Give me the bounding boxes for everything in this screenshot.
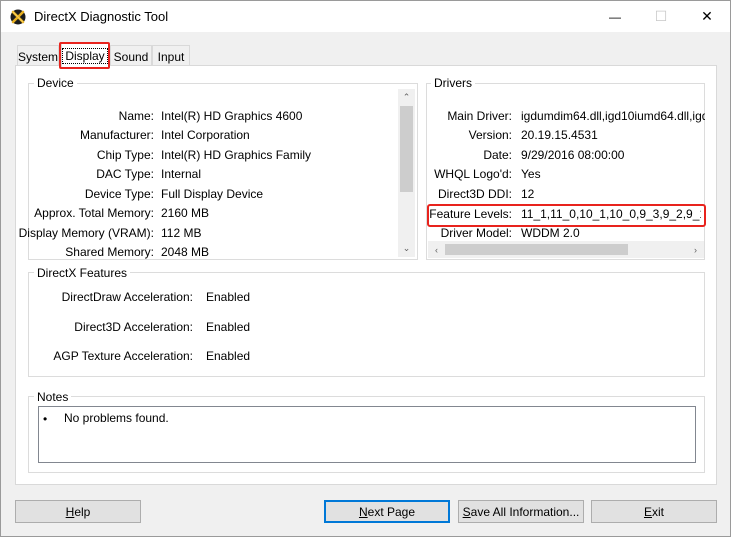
next-page-label: ext Page [367, 504, 416, 519]
driver-version-value: 20.19.15.4531 [521, 128, 598, 142]
tab-system[interactable]: System [17, 45, 59, 67]
scroll-left-icon[interactable]: ‹ [428, 241, 445, 258]
close-button[interactable]: ✕ [684, 1, 730, 32]
direct3d-label: Direct3D Acceleration: [74, 320, 193, 334]
agp-value: Enabled [206, 349, 251, 363]
device-name-value: Intel(R) HD Graphics 4600 [161, 109, 303, 123]
exit-button[interactable]: Exit [591, 500, 717, 523]
device-scrollbar[interactable]: ⌃ ⌄ [398, 89, 415, 257]
help-accel: H [65, 504, 75, 519]
device-group-title: Device [34, 76, 77, 90]
scroll-up-icon[interactable]: ⌃ [398, 89, 415, 106]
maximize-icon: ☐ [654, 8, 668, 24]
device-type-value: Full Display Device [161, 187, 264, 201]
directdraw-label: DirectDraw Acceleration: [61, 290, 193, 304]
device-vram-value: 112 MB [161, 226, 202, 240]
device-vram-label: Display Memory (VRAM): [18, 226, 154, 240]
save-all-accel: S [462, 504, 471, 519]
device-shared-memory-label: Shared Memory: [65, 245, 154, 259]
minimize-icon: — [609, 9, 621, 24]
direct3d-value: Enabled [206, 320, 251, 334]
device-dac-type-value: Internal [161, 167, 202, 181]
notes-item: No problems found. [64, 411, 169, 425]
exit-accel: E [643, 504, 652, 519]
whql-label: WHQL Logo'd: [434, 167, 512, 181]
feature-levels-value: 11_1,11_0,10_1,10_0,9_3,9_2,9_1 [521, 207, 701, 221]
driver-date-value: 9/29/2016 08:00:00 [521, 148, 625, 162]
drivers-scroll-thumb[interactable] [445, 244, 628, 255]
save-all-label: ave All Information... [470, 504, 580, 519]
notes-title: Notes [34, 390, 72, 404]
device-scroll-thumb[interactable] [400, 106, 413, 192]
d3d-ddi-value: 12 [521, 187, 535, 201]
device-total-memory-value: 2160 MB [161, 206, 210, 220]
next-page-accel: N [358, 504, 368, 519]
dxdiag-window: DirectX Diagnostic Tool — ☐ ✕ System Sou… [0, 0, 731, 537]
driver-model-value: WDDM 2.0 [521, 226, 580, 240]
help-button[interactable]: Help [15, 500, 141, 523]
minimize-button[interactable]: — [592, 1, 638, 32]
feature-levels-label: Feature Levels: [429, 207, 512, 221]
device-total-memory-label: Approx. Total Memory: [34, 206, 154, 220]
device-manufacturer-label: Manufacturer: [79, 128, 154, 142]
help-label: elp [74, 504, 91, 519]
driver-version-label: Version: [468, 128, 512, 142]
d3d-ddi-label: Direct3D DDI: [437, 187, 512, 201]
maximize-button: ☐ [638, 1, 684, 32]
next-page-button[interactable]: Next Page [324, 500, 450, 523]
device-chip-type-label: Chip Type: [96, 148, 154, 162]
scroll-right-icon[interactable]: › [687, 241, 704, 258]
tab-input-label: Input [157, 49, 185, 64]
main-driver-label: Main Driver: [447, 109, 512, 123]
window-title: DirectX Diagnostic Tool [34, 9, 169, 24]
agp-label: AGP Texture Acceleration: [53, 349, 193, 363]
device-chip-type-value: Intel(R) HD Graphics Family [161, 148, 312, 162]
driver-model-label: Driver Model: [440, 226, 512, 240]
device-dac-type-label: DAC Type: [96, 167, 154, 181]
tab-system-label: System [18, 49, 59, 64]
tab-sound[interactable]: Sound [110, 45, 152, 67]
device-manufacturer-value: Intel Corporation [161, 128, 250, 142]
notes-list[interactable]: • No problems found. [38, 406, 696, 463]
directx-features-title: DirectX Features [34, 266, 131, 280]
drivers-group-title: Drivers [431, 76, 475, 90]
drivers-scrollbar[interactable]: ‹ › [428, 241, 704, 258]
device-shared-memory-value: 2048 MB [161, 245, 210, 259]
main-driver-value: igdumdim64.dll,igd10iumd64.dll,igd10iu [521, 109, 705, 123]
notes-bullet: • [43, 412, 48, 426]
tab-sound-label: Sound [113, 49, 149, 64]
device-type-label: Device Type: [84, 187, 154, 201]
exit-label: xit [652, 504, 664, 519]
driver-date-label: Date: [483, 148, 512, 162]
close-icon: ✕ [701, 8, 713, 24]
title-bar[interactable]: DirectX Diagnostic Tool — ☐ ✕ [1, 1, 730, 32]
tab-display[interactable]: Display [61, 43, 109, 67]
whql-value: Yes [521, 167, 541, 181]
tab-input[interactable]: Input [152, 45, 190, 67]
device-name-label: Name: [118, 109, 154, 123]
directdraw-value: Enabled [206, 290, 251, 304]
tab-display-label: Display [62, 47, 108, 64]
directx-app-icon [10, 9, 26, 25]
scroll-down-icon[interactable]: ⌄ [398, 240, 415, 257]
save-all-information-button[interactable]: Save All Information... [458, 500, 584, 523]
